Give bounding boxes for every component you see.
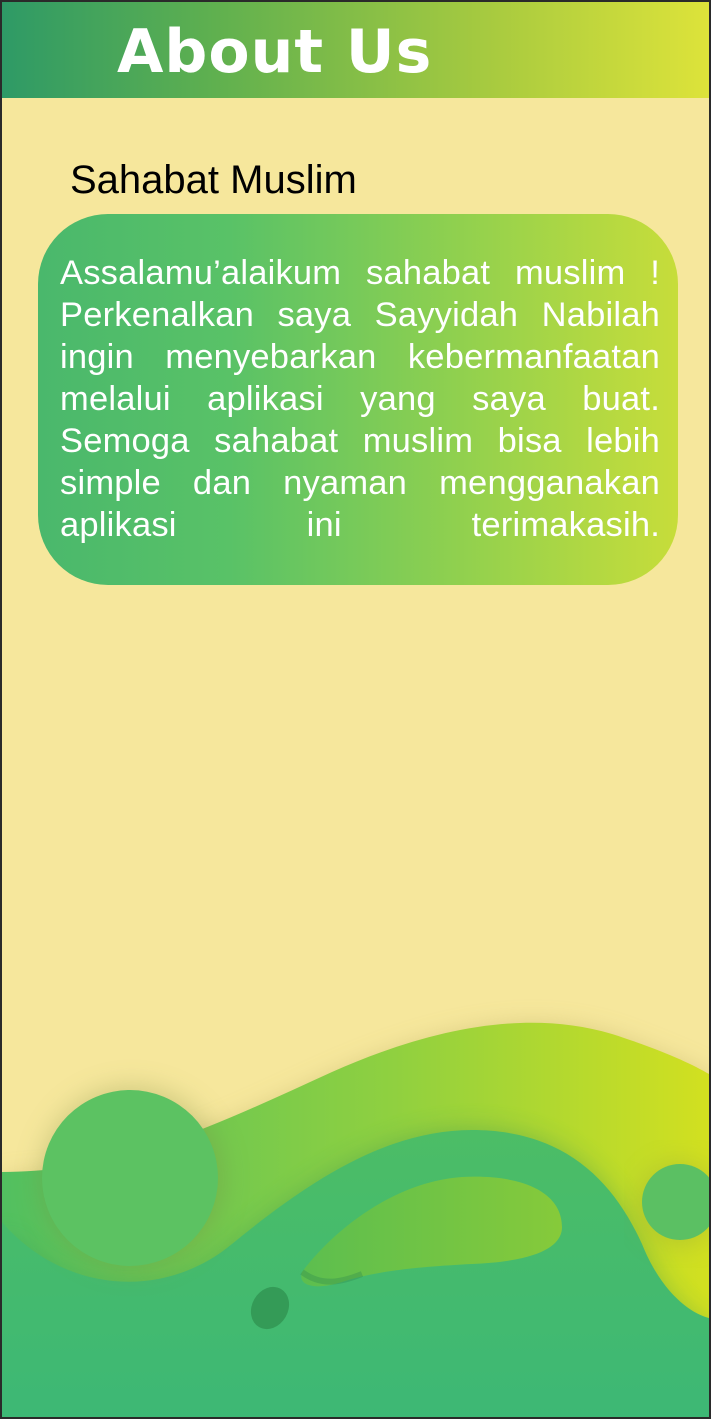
wave-decoration <box>2 1022 709 1417</box>
header-bar: About Us <box>2 2 709 98</box>
about-card: Assalamu’alaikum sahabat muslim ! Perken… <box>38 214 678 585</box>
about-text: Assalamu’alaikum sahabat muslim ! Perken… <box>60 254 660 544</box>
page-title: About Us <box>117 17 433 87</box>
about-screen: About Us Sahabat Muslim Assalamu’alaikum… <box>0 0 711 1419</box>
section-title: Sahabat Muslim <box>70 158 357 202</box>
